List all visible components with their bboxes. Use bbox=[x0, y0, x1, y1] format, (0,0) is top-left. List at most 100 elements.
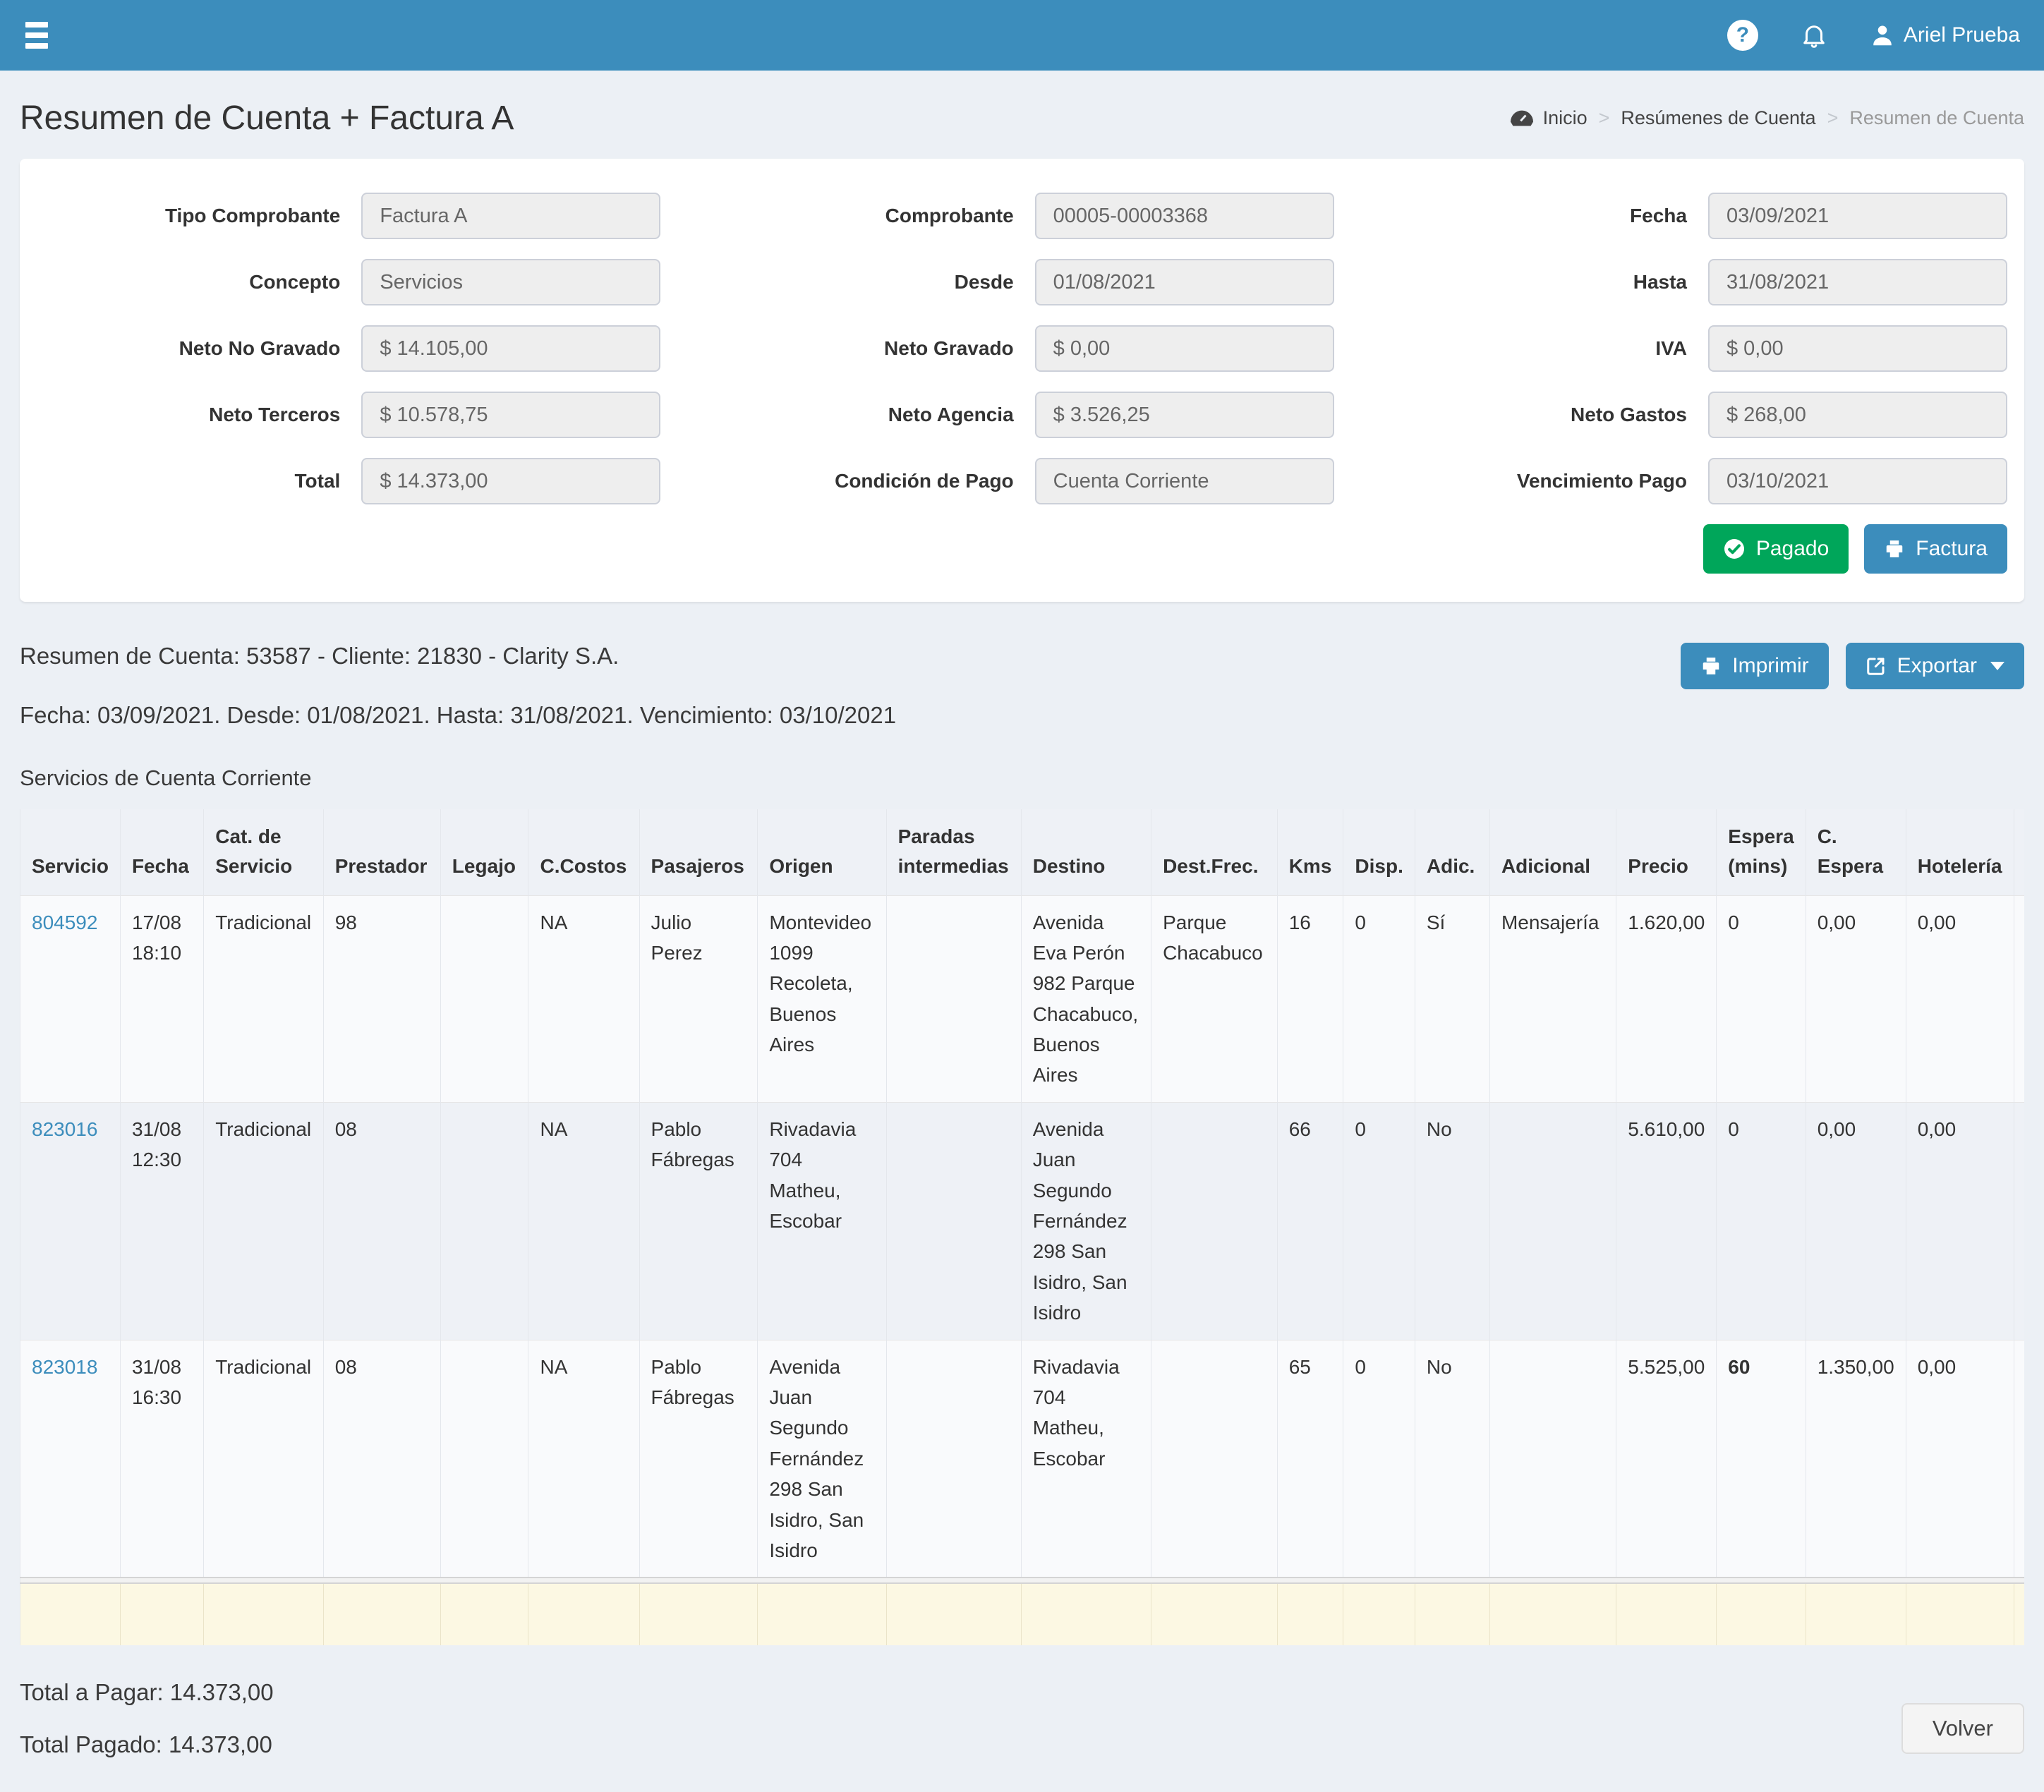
print-icon bbox=[1700, 655, 1722, 677]
table-cell: 0 bbox=[1343, 895, 1415, 1102]
service-link[interactable]: 823016 bbox=[32, 1118, 97, 1140]
table-header-row: Servicio Fecha Cat. de Servicio Prestado… bbox=[20, 809, 2025, 895]
total-a-pagar: Total a Pagar: 14.373,00 bbox=[20, 1679, 274, 1706]
table-cell: Sí bbox=[1415, 895, 1489, 1102]
table-cell: 66 bbox=[1277, 1102, 1343, 1340]
imprimir-label: Imprimir bbox=[1732, 654, 1808, 678]
neto-terceros-input[interactable] bbox=[361, 392, 660, 438]
header-espera-mins: Espera (mins) bbox=[1717, 809, 1806, 895]
desde-label: Desde bbox=[710, 271, 1034, 293]
service-row: 823018 31/08 16:30 Tradicional 08 NA Pab… bbox=[20, 1340, 2025, 1578]
table-cell: 1 bbox=[2014, 1102, 2024, 1340]
table-cell bbox=[886, 895, 1021, 1102]
exportar-button[interactable]: Exportar bbox=[1846, 643, 2024, 689]
user-menu[interactable]: Ariel Prueba bbox=[1870, 23, 2020, 48]
footer-cell bbox=[2014, 1583, 2024, 1645]
table-cell: 08 bbox=[323, 1102, 440, 1340]
table-cell: No bbox=[1415, 1340, 1489, 1578]
header-fecha: Fecha bbox=[120, 809, 203, 895]
neto-agencia-label: Neto Agencia bbox=[710, 404, 1034, 426]
service-row: 804592 17/08 18:10 Tradicional 98 NA Jul… bbox=[20, 895, 2025, 1102]
header-cat-de-servicio: Cat. de Servicio bbox=[204, 809, 324, 895]
header-kms: Kms bbox=[1277, 809, 1343, 895]
table-cell: 5.525,00 bbox=[1616, 1340, 1717, 1578]
table-cell: Avenida Eva Perón 982 Parque Chacabuco, … bbox=[1021, 895, 1151, 1102]
breadcrumb-separator: > bbox=[1599, 107, 1610, 129]
check-circle-icon bbox=[1723, 538, 1746, 560]
user-icon bbox=[1870, 23, 1895, 48]
tipo-comprobante-label: Tipo Comprobante bbox=[37, 205, 361, 227]
table-cell: 0,00 bbox=[1906, 1340, 2014, 1578]
neto-gastos-input[interactable] bbox=[1708, 392, 2007, 438]
footer-cell bbox=[1151, 1583, 1278, 1645]
desde-input[interactable] bbox=[1035, 259, 1334, 305]
table-cell bbox=[440, 895, 528, 1102]
header-adic: Adic. bbox=[1415, 809, 1489, 895]
header-prestador: Prestador bbox=[323, 809, 440, 895]
breadcrumb-item-resumenes[interactable]: Resúmenes de Cuenta bbox=[1621, 107, 1815, 129]
volver-button[interactable]: Volver bbox=[1901, 1703, 2024, 1754]
table-cell: 1.350,00 bbox=[1806, 1340, 1906, 1578]
invoice-panel: Tipo Comprobante Concepto Neto No Gravad… bbox=[20, 159, 2024, 602]
table-cell bbox=[886, 1340, 1021, 1578]
neto-no-gravado-input[interactable] bbox=[361, 325, 660, 372]
services-table-scroll[interactable]: Servicio Fecha Cat. de Servicio Prestado… bbox=[20, 809, 2024, 1645]
table-cell: Tradicional bbox=[204, 895, 324, 1102]
tipo-comprobante-input[interactable] bbox=[361, 193, 660, 239]
footer-cell bbox=[1616, 1583, 1717, 1645]
comprobante-label: Comprobante bbox=[710, 205, 1034, 227]
hasta-input[interactable] bbox=[1708, 259, 2007, 305]
table-cell bbox=[1151, 1102, 1278, 1340]
table-cell: 60 bbox=[1717, 1340, 1806, 1578]
header-servicio: Servicio bbox=[20, 809, 121, 895]
table-cell: NA bbox=[528, 895, 639, 1102]
header-hoteleria: Hotelería bbox=[1906, 809, 2014, 895]
vencimiento-pago-input[interactable] bbox=[1708, 458, 2007, 504]
table-cell: Tradicional bbox=[204, 1340, 324, 1578]
export-icon bbox=[1865, 655, 1887, 677]
imprimir-button[interactable]: Imprimir bbox=[1681, 643, 1828, 689]
header-dest-frec: Dest.Frec. bbox=[1151, 809, 1278, 895]
table-cell: 0 bbox=[1343, 1340, 1415, 1578]
footer-cell bbox=[1277, 1583, 1343, 1645]
pagado-button[interactable]: Pagado bbox=[1703, 524, 1849, 574]
table-cell: 1.620,00 bbox=[1616, 895, 1717, 1102]
exportar-label: Exportar bbox=[1897, 654, 1977, 678]
service-link[interactable]: 804592 bbox=[32, 912, 97, 933]
table-cell: 0,00 bbox=[1806, 895, 1906, 1102]
condicion-pago-input[interactable] bbox=[1035, 458, 1334, 504]
vencimiento-pago-label: Vencimiento Pago bbox=[1384, 470, 1708, 492]
comprobante-input[interactable] bbox=[1035, 193, 1334, 239]
table-cell: 0,00 bbox=[1806, 1102, 1906, 1340]
table-cell: 804592 bbox=[20, 895, 121, 1102]
neto-gravado-input[interactable] bbox=[1035, 325, 1334, 372]
total-label: Total bbox=[37, 470, 361, 492]
service-link[interactable]: 823018 bbox=[32, 1356, 97, 1378]
table-cell: 31/08 12:30 bbox=[120, 1102, 203, 1340]
dates-summary-line: Fecha: 03/09/2021. Desde: 01/08/2021. Ha… bbox=[20, 702, 2024, 729]
table-cell: 98 bbox=[323, 895, 440, 1102]
fecha-label: Fecha bbox=[1384, 205, 1708, 227]
factura-button[interactable]: Factura bbox=[1864, 524, 2007, 574]
footer-cell bbox=[1906, 1583, 2014, 1645]
breadcrumb-item-inicio[interactable]: Inicio bbox=[1543, 107, 1588, 129]
iva-input[interactable] bbox=[1708, 325, 2007, 372]
table-footer-row bbox=[20, 1583, 2025, 1645]
bell-icon[interactable] bbox=[1799, 20, 1829, 50]
help-icon[interactable]: ? bbox=[1727, 20, 1758, 51]
factura-label: Factura bbox=[1916, 537, 1988, 561]
fecha-input[interactable] bbox=[1708, 193, 2007, 239]
table-cell: Rivadavia 704 Matheu, Escobar bbox=[1021, 1340, 1151, 1578]
total-input[interactable] bbox=[361, 458, 660, 504]
table-cell: 0 bbox=[1717, 1102, 1806, 1340]
table-cell: 16 bbox=[1277, 895, 1343, 1102]
header-origen: Origen bbox=[758, 809, 886, 895]
header-c-espera: C. Espera bbox=[1806, 809, 1906, 895]
table-cell: Montevideo 1099 Recoleta, Buenos Aires bbox=[758, 895, 886, 1102]
user-name: Ariel Prueba bbox=[1904, 23, 2020, 47]
table-cell: 0 bbox=[1343, 1102, 1415, 1340]
table-cell: Pablo Fábregas bbox=[639, 1102, 758, 1340]
concepto-input[interactable] bbox=[361, 259, 660, 305]
hamburger-menu-icon[interactable] bbox=[21, 15, 52, 56]
neto-agencia-input[interactable] bbox=[1035, 392, 1334, 438]
